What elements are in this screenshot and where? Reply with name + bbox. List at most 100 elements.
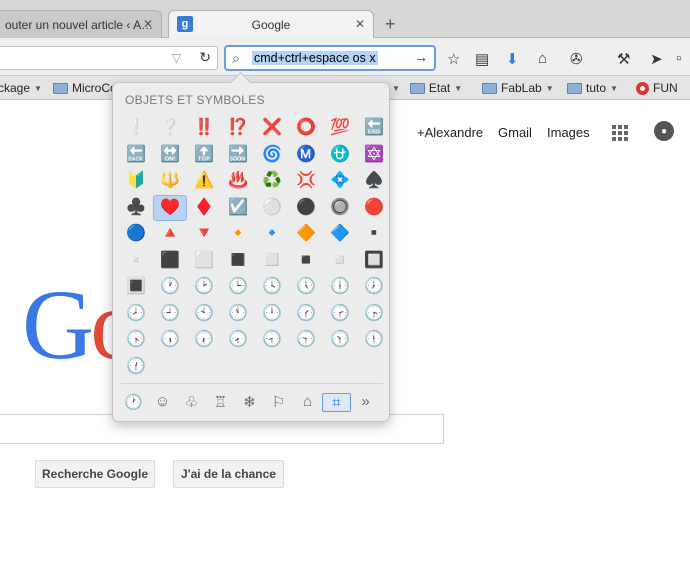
symbols-icon[interactable]: ⌗ xyxy=(322,393,351,412)
reading-list-icon[interactable]: ▤ xyxy=(475,50,489,68)
emoji-cell[interactable]: 🕦 xyxy=(357,327,391,354)
emoji-cell[interactable]: 🕔 xyxy=(289,274,323,301)
close-icon[interactable]: ✕ xyxy=(143,17,153,31)
smileys-icon[interactable]: ☺ xyxy=(148,393,177,412)
emoji-cell[interactable]: ◽ xyxy=(323,248,357,275)
emoji-cell[interactable]: 🔷 xyxy=(323,221,357,248)
emoji-cell[interactable]: ♣️ xyxy=(119,195,153,222)
emoji-cell[interactable]: 🕗 xyxy=(119,301,153,328)
emoji-cell[interactable]: 🔲 xyxy=(357,248,391,275)
emoji-cell[interactable]: 🕒 xyxy=(221,274,255,301)
emoji-cell[interactable]: ⬛ xyxy=(153,248,187,275)
bookmark-folder[interactable]: ▼ Etat ▼ xyxy=(392,81,462,95)
profile-link[interactable]: +Alexandre xyxy=(417,125,483,140)
emoji-cell[interactable]: 💢 xyxy=(289,168,323,195)
bookmark-star-icon[interactable]: ☆ xyxy=(447,50,460,68)
emoji-cell[interactable]: ☑️ xyxy=(221,195,255,222)
travel-icon[interactable]: ⌂ xyxy=(293,393,322,412)
emoji-cell[interactable]: 🕑 xyxy=(187,274,221,301)
emoji-cell[interactable]: 💯 xyxy=(323,115,357,142)
emoji-cell[interactable]: 🕤 xyxy=(289,327,323,354)
emoji-cell[interactable]: ‼️ xyxy=(187,115,221,142)
gmail-link[interactable]: Gmail xyxy=(498,125,532,140)
bookmark-item[interactable]: ckage ▼ xyxy=(0,81,42,95)
emoji-cell[interactable]: 🔝 xyxy=(187,142,221,169)
emoji-cell[interactable]: 🕜 xyxy=(289,301,323,328)
emoji-cell[interactable]: Ⓜ️ xyxy=(289,142,323,169)
emoji-cell[interactable]: 🕢 xyxy=(221,327,255,354)
lucky-button[interactable]: J'ai de la chance xyxy=(173,460,284,488)
bookmark-folder[interactable]: MicroCo xyxy=(53,81,117,95)
emoji-cell[interactable]: ♨️ xyxy=(221,168,255,195)
notifications-bell-icon[interactable]: ● xyxy=(654,121,674,141)
recent-icon[interactable]: 🕐 xyxy=(119,393,148,412)
reload-icon[interactable]: ↻ xyxy=(199,49,211,66)
emoji-cell[interactable]: 🕟 xyxy=(119,327,153,354)
emoji-cell[interactable]: 🔶 xyxy=(289,221,323,248)
pocket-icon[interactable]: ▽ xyxy=(172,51,181,65)
emoji-cell[interactable]: 🕓 xyxy=(255,274,289,301)
emoji-cell[interactable]: ❌ xyxy=(255,115,289,142)
emoji-cell[interactable]: ◾ xyxy=(289,248,323,275)
addon-icon[interactable]: ✇ xyxy=(570,50,583,68)
emoji-cell[interactable]: 🕣 xyxy=(255,327,289,354)
emoji-cell[interactable]: 🕛 xyxy=(255,301,289,328)
emoji-cell[interactable]: 🔺 xyxy=(153,221,187,248)
emoji-cell[interactable]: ⬜ xyxy=(187,248,221,275)
home-icon[interactable]: ⌂ xyxy=(538,50,547,67)
new-tab-button[interactable]: + xyxy=(385,14,396,35)
search-input[interactable]: ⌕ cmd+ctrl+espace os x → xyxy=(224,45,436,71)
emoji-cell[interactable]: 🔻 xyxy=(187,221,221,248)
apps-grid-icon[interactable] xyxy=(612,125,628,141)
emoji-cell[interactable]: 🔹 xyxy=(255,221,289,248)
download-icon[interactable]: ⬇ xyxy=(506,50,519,68)
emoji-cell[interactable]: ♠️ xyxy=(357,168,391,195)
emoji-cell[interactable]: 🕠 xyxy=(153,327,187,354)
emoji-cell[interactable]: 🔜 xyxy=(221,142,255,169)
emoji-cell[interactable]: ◼️ xyxy=(221,248,255,275)
emoji-cell[interactable]: ▫️ xyxy=(119,248,153,275)
bookmark-item[interactable]: FUN xyxy=(636,81,678,95)
emoji-cell[interactable]: ❕ xyxy=(119,115,153,142)
emoji-cell[interactable]: 🔸 xyxy=(221,221,255,248)
close-icon[interactable]: ✕ xyxy=(355,17,365,31)
emoji-cell[interactable]: ♦️ xyxy=(187,195,221,222)
emoji-cell[interactable]: ⭕ xyxy=(289,115,323,142)
emoji-cell[interactable]: ⚫ xyxy=(289,195,323,222)
send-icon[interactable]: ➤ xyxy=(650,50,663,68)
emoji-cell[interactable]: 🔛 xyxy=(153,142,187,169)
emoji-cell[interactable]: 🕖 xyxy=(357,274,391,301)
emoji-cell[interactable]: 🕥 xyxy=(323,327,357,354)
emoji-cell[interactable]: 🔯 xyxy=(357,142,391,169)
emoji-cell[interactable]: 🕕 xyxy=(323,274,357,301)
bookmark-folder[interactable]: FabLab ▼ xyxy=(482,81,554,95)
emoji-cell[interactable]: 🔚 xyxy=(357,115,391,142)
emoji-cell[interactable]: ♻️ xyxy=(255,168,289,195)
emoji-cell[interactable]: ⁉️ xyxy=(221,115,255,142)
emoji-cell[interactable]: 🔴 xyxy=(357,195,391,222)
objects-icon[interactable]: ♖ xyxy=(206,393,235,412)
emoji-cell[interactable]: 🕙 xyxy=(187,301,221,328)
emoji-cell[interactable]: ▪️ xyxy=(357,221,391,248)
images-link[interactable]: Images xyxy=(547,125,590,140)
search-go-icon[interactable]: → xyxy=(414,49,428,65)
google-search-button[interactable]: Recherche Google xyxy=(35,460,155,488)
emoji-cell[interactable]: 🕧 xyxy=(119,354,153,381)
tab-article[interactable]: outer un nouvel article ‹ A… ✕ xyxy=(0,10,162,38)
tools-icon[interactable]: ⚒ xyxy=(617,50,630,68)
emoji-cell[interactable]: 🕚 xyxy=(221,301,255,328)
emoji-cell[interactable]: 🕡 xyxy=(187,327,221,354)
emoji-cell[interactable]: 🔵 xyxy=(119,221,153,248)
emoji-cell[interactable]: 🌀 xyxy=(255,142,289,169)
celebration-icon[interactable]: ❄ xyxy=(235,393,264,412)
emoji-cell[interactable]: ⛎ xyxy=(323,142,357,169)
emoji-cell[interactable]: 🔰 xyxy=(119,168,153,195)
emoji-cell[interactable]: ♥️ xyxy=(153,194,187,221)
emoji-cell[interactable]: 🔳 xyxy=(119,274,153,301)
search-query[interactable]: cmd+ctrl+espace os x xyxy=(252,51,378,65)
url-bar[interactable]: ▽ ↻ xyxy=(0,46,218,70)
more-categories-icon[interactable]: » xyxy=(351,393,380,412)
emoji-cell[interactable]: 🕝 xyxy=(323,301,357,328)
bookmark-folder[interactable]: tuto ▼ xyxy=(567,81,618,95)
emoji-cell[interactable]: 🔱 xyxy=(153,168,187,195)
